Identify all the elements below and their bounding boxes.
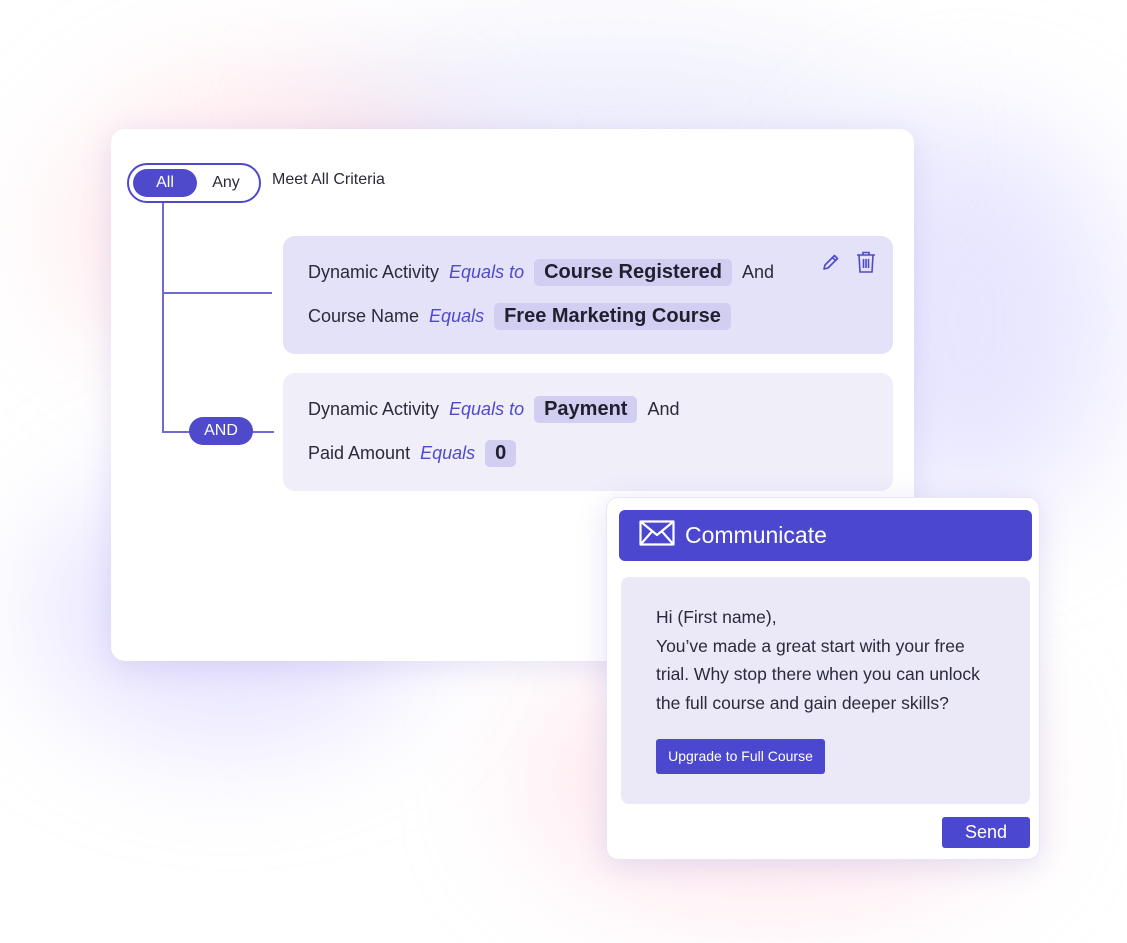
and-operator-badge[interactable]: AND [189,417,253,445]
message-preview: Hi (First name), You’ve made a great sta… [621,577,1030,804]
condition-join: And [741,261,774,282]
all-any-toggle[interactable]: All Any [127,163,261,203]
condition-block-2[interactable]: Dynamic Activity Equals to Payment And P… [283,373,893,491]
condition-field: Dynamic Activity [308,398,440,419]
condition-operator[interactable]: Equals to [449,399,524,420]
condition-actions [821,250,877,274]
condition-line: Course Name Equals Free Marketing Course [308,294,868,338]
pencil-icon[interactable] [821,252,841,272]
criteria-label: Meet All Criteria [272,171,385,188]
condition-join: And [647,398,680,419]
message-line: You’ve made a great start with your free [656,635,965,656]
condition-field: Course Name [308,305,420,326]
toggle-all-option[interactable]: All [133,169,197,197]
tree-connector-branch-1 [162,292,272,294]
condition-line: Dynamic Activity Equals to Payment And [308,387,868,431]
condition-value[interactable]: Free Marketing Course [494,302,731,330]
message-greeting: Hi (First name), [656,607,777,627]
trash-icon[interactable] [855,250,877,274]
communicate-title: Communicate [685,522,827,548]
toggle-any-option[interactable]: Any [197,169,255,197]
communicate-header: Communicate [619,510,1032,561]
condition-line: Paid Amount Equals 0 [308,431,868,475]
envelope-icon [639,520,675,551]
condition-line: Dynamic Activity Equals to Course Regist… [308,250,868,294]
send-button[interactable]: Send [942,817,1030,848]
condition-operator[interactable]: Equals [420,443,475,464]
condition-operator[interactable]: Equals to [449,262,524,283]
message-line: the full course and gain deeper skills? [656,692,949,713]
tree-connector-vertical [162,203,164,433]
condition-value[interactable]: 0 [485,439,517,467]
condition-field: Dynamic Activity [308,261,440,282]
condition-field: Paid Amount [308,442,411,463]
condition-block-1[interactable]: Dynamic Activity Equals to Course Regist… [283,236,893,354]
communicate-card: Communicate Hi (First name), You’ve made… [606,497,1040,860]
condition-value[interactable]: Course Registered [534,258,732,286]
upgrade-button[interactable]: Upgrade to Full Course [656,739,825,774]
message-line: trial. Why stop there when you can unloc… [656,664,980,684]
condition-value[interactable]: Payment [534,395,638,423]
condition-operator[interactable]: Equals [429,306,484,327]
